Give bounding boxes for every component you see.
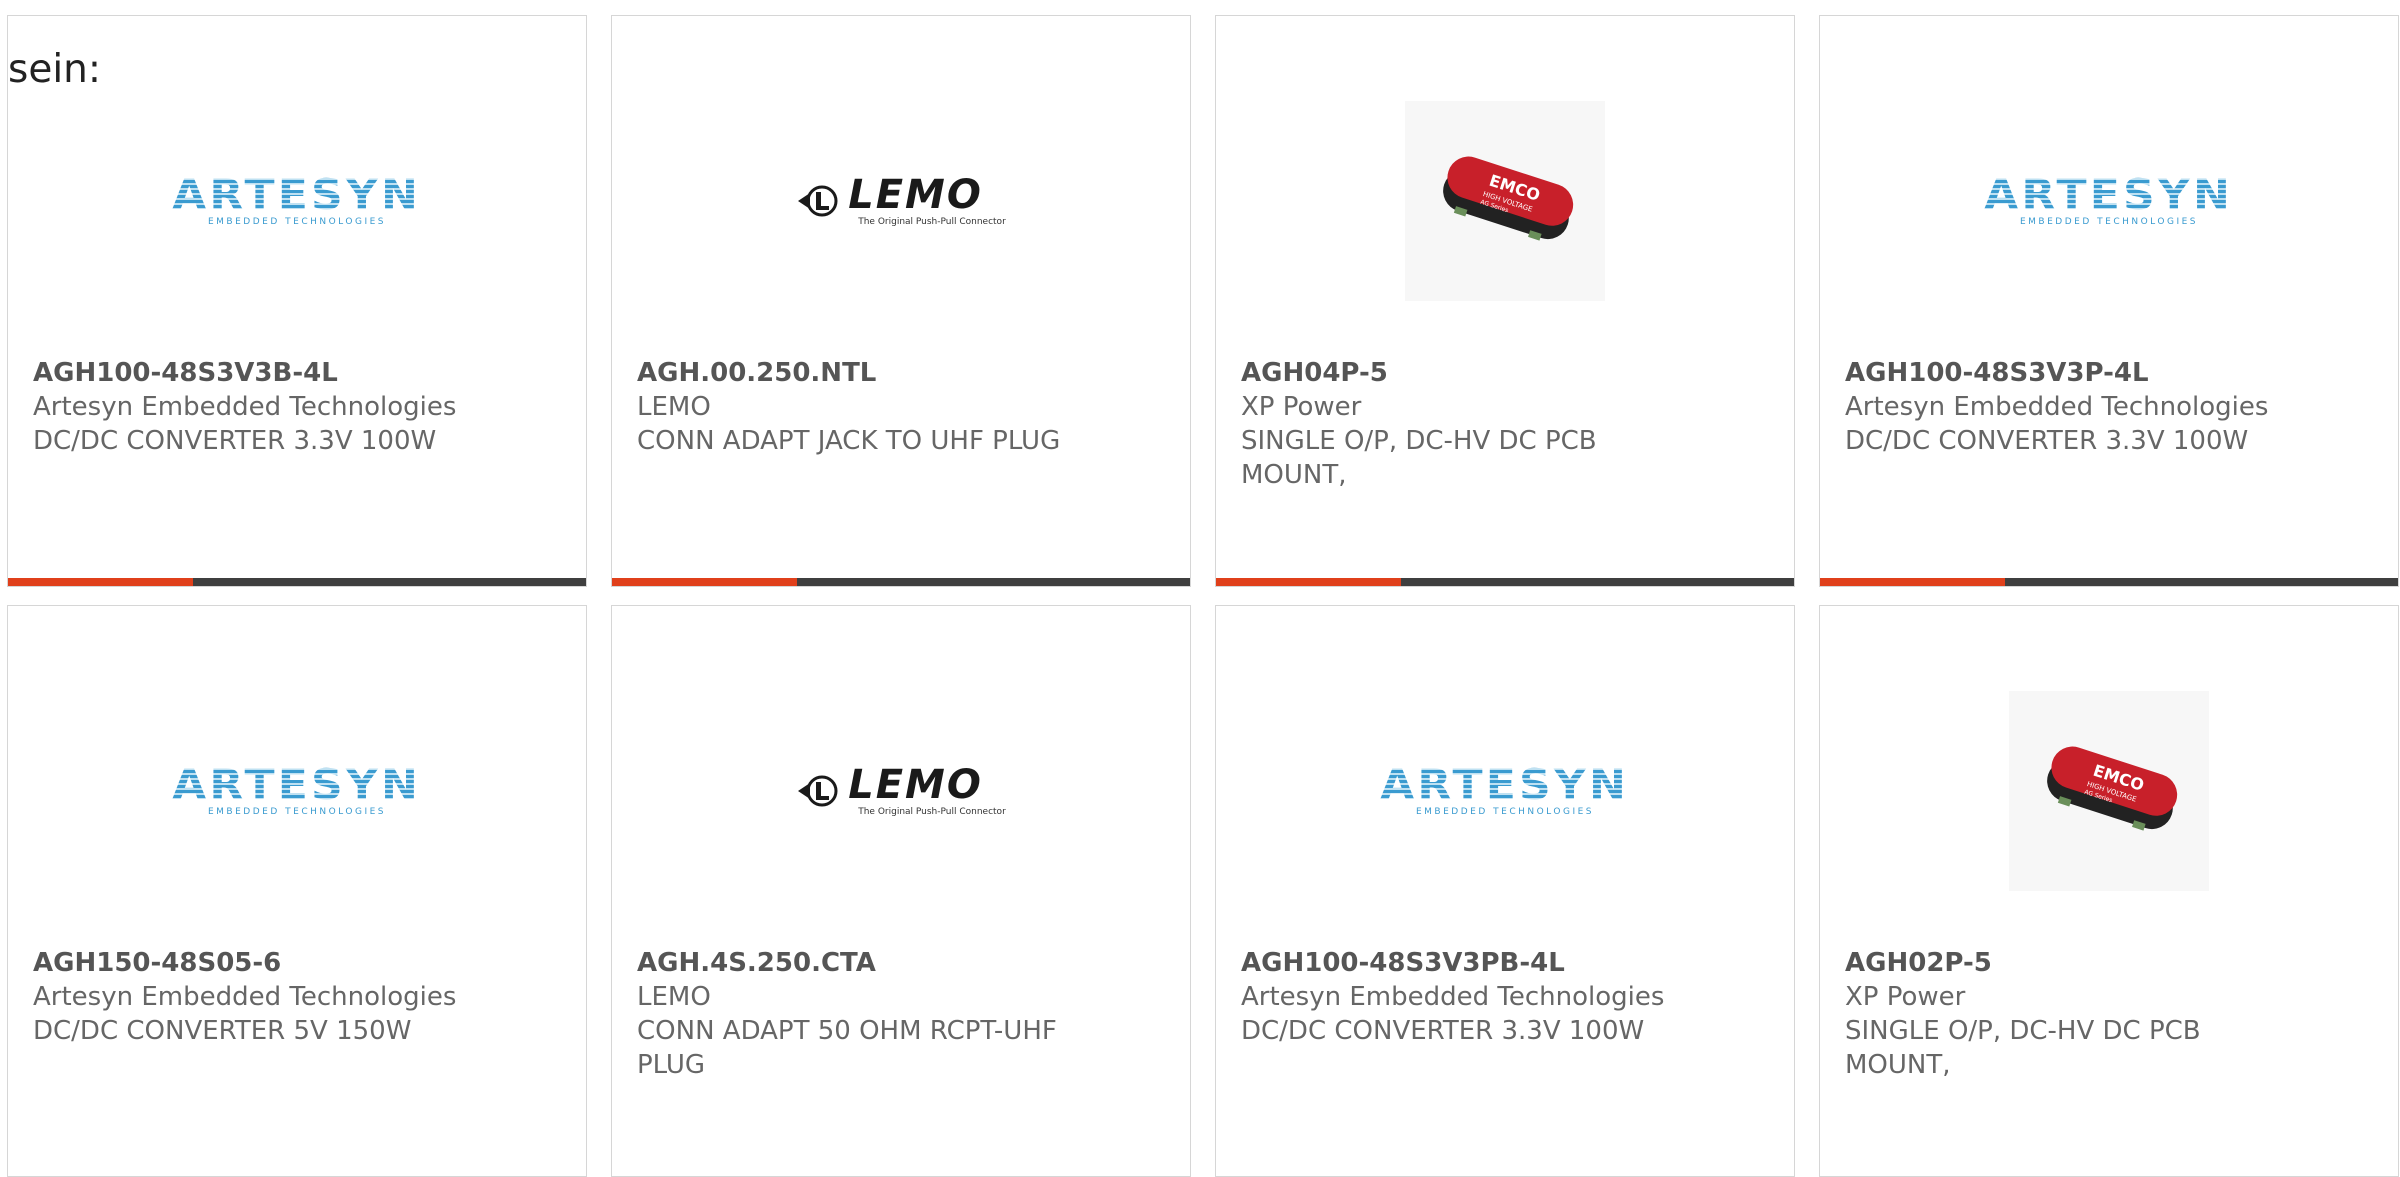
part-number[interactable]: AGH100-48S3V3B-4L (33, 356, 493, 390)
lemo-logo: LEMO The Original Push-Pull Connector (612, 666, 1190, 916)
product-info: AGH150-48S05-6 Artesyn Embedded Technolo… (33, 946, 493, 1048)
product-info: AGH100-48S3V3PB-4L Artesyn Embedded Tech… (1241, 946, 1701, 1048)
product-description: CONN ADAPT 50 OHM RCPT-UHF PLUG (637, 1016, 1057, 1080)
artesyn-logo: ARTESYN EMBEDDED TECHNOLOGIES (8, 76, 586, 326)
card-bottom-bar (612, 578, 1190, 586)
lemo-logo: LEMO The Original Push-Pull Connector (612, 76, 1190, 326)
card-bottom-bar (1216, 578, 1794, 586)
product-card[interactable]: EMCO HIGH VOLTAGE AG Series AGH04P-5 XP … (1215, 15, 1795, 587)
card-accent-bar (1216, 578, 1401, 586)
artesyn-logo: ARTESYN EMBEDDED TECHNOLOGIES (8, 666, 586, 916)
manufacturer: Artesyn Embedded Technologies (1241, 982, 1665, 1012)
part-number[interactable]: AGH150-48S05-6 (33, 946, 493, 980)
part-number[interactable]: AGH02P-5 (1845, 946, 2305, 980)
product-card[interactable]: ARTESYN EMBEDDED TECHNOLOGIES AGH100-48S… (7, 15, 587, 587)
product-card[interactable]: LEMO The Original Push-Pull Connector AG… (611, 15, 1191, 587)
lemo-logo-sub: The Original Push-Pull Connector (858, 807, 1006, 817)
product-description: CONN ADAPT JACK TO UHF PLUG (637, 426, 1061, 456)
product-info: AGH.00.250.NTL LEMO CONN ADAPT JACK TO U… (637, 356, 1097, 458)
lemo-connector-icon (798, 185, 838, 217)
product-info: AGH100-48S3V3B-4L Artesyn Embedded Techn… (33, 356, 493, 458)
part-number[interactable]: AGH100-48S3V3PB-4L (1241, 946, 1701, 980)
card-accent-bar (1820, 578, 2005, 586)
manufacturer: LEMO (637, 982, 711, 1012)
product-card[interactable]: ARTESYN EMBEDDED TECHNOLOGIES AGH150-48S… (7, 605, 587, 1177)
product-info: AGH.4S.250.CTA LEMO CONN ADAPT 50 OHM RC… (637, 946, 1097, 1082)
part-number[interactable]: AGH100-48S3V3P-4L (1845, 356, 2305, 390)
lemo-logo-word: LEMO (848, 762, 983, 808)
product-card[interactable]: ARTESYN EMBEDDED TECHNOLOGIES AGH100-48S… (1215, 605, 1795, 1177)
manufacturer: LEMO (637, 392, 711, 422)
product-card[interactable]: EMCO HIGH VOLTAGE AG Series AGH02P-5 XP … (1819, 605, 2399, 1177)
part-number[interactable]: AGH.4S.250.CTA (637, 946, 1097, 980)
product-description: SINGLE O/P, DC-HV DC PCB MOUNT, (1845, 1016, 2201, 1080)
product-info: AGH02P-5 XP Power SINGLE O/P, DC-HV DC P… (1845, 946, 2305, 1082)
product-card[interactable]: LEMO The Original Push-Pull Connector AG… (611, 605, 1191, 1177)
artesyn-logo-word: ARTESYN (172, 760, 422, 809)
emco-product-image: EMCO HIGH VOLTAGE AG Series (1216, 76, 1794, 326)
card-bottom-bar (8, 578, 586, 586)
lemo-logo-sub: The Original Push-Pull Connector (858, 217, 1006, 227)
product-description: DC/DC CONVERTER 5V 150W (33, 1016, 412, 1046)
manufacturer: XP Power (1241, 392, 1362, 422)
product-description: DC/DC CONVERTER 3.3V 100W (33, 426, 437, 456)
product-info: AGH100-48S3V3P-4L Artesyn Embedded Techn… (1845, 356, 2305, 458)
artesyn-logo-word: ARTESYN (172, 170, 422, 219)
emco-module-image: EMCO HIGH VOLTAGE AG Series (2047, 746, 2178, 831)
emco-module-image: EMCO HIGH VOLTAGE AG Series (1443, 156, 1574, 241)
artesyn-logo-word: ARTESYN (1984, 170, 2234, 219)
product-description: DC/DC CONVERTER 3.3V 100W (1845, 426, 2249, 456)
card-accent-bar (8, 578, 193, 586)
manufacturer: Artesyn Embedded Technologies (33, 982, 457, 1012)
manufacturer: Artesyn Embedded Technologies (1845, 392, 2269, 422)
card-accent-bar (612, 578, 797, 586)
part-number[interactable]: AGH04P-5 (1241, 356, 1701, 390)
product-description: DC/DC CONVERTER 3.3V 100W (1241, 1016, 1645, 1046)
product-card[interactable]: ARTESYN EMBEDDED TECHNOLOGIES AGH100-48S… (1819, 15, 2399, 587)
artesyn-logo: ARTESYN EMBEDDED TECHNOLOGIES (1216, 666, 1794, 916)
lemo-connector-icon (798, 775, 838, 807)
card-bottom-bar (1820, 578, 2398, 586)
emco-product-image: EMCO HIGH VOLTAGE AG Series (1820, 666, 2398, 916)
artesyn-logo-word: ARTESYN (1380, 760, 1630, 809)
lemo-logo-word: LEMO (848, 172, 983, 218)
product-description: SINGLE O/P, DC-HV DC PCB MOUNT, (1241, 426, 1597, 490)
artesyn-logo: ARTESYN EMBEDDED TECHNOLOGIES (1820, 76, 2398, 326)
manufacturer: XP Power (1845, 982, 1966, 1012)
part-number[interactable]: AGH.00.250.NTL (637, 356, 1097, 390)
product-info: AGH04P-5 XP Power SINGLE O/P, DC-HV DC P… (1241, 356, 1701, 492)
intro-text: sein: (8, 47, 102, 92)
manufacturer: Artesyn Embedded Technologies (33, 392, 457, 422)
